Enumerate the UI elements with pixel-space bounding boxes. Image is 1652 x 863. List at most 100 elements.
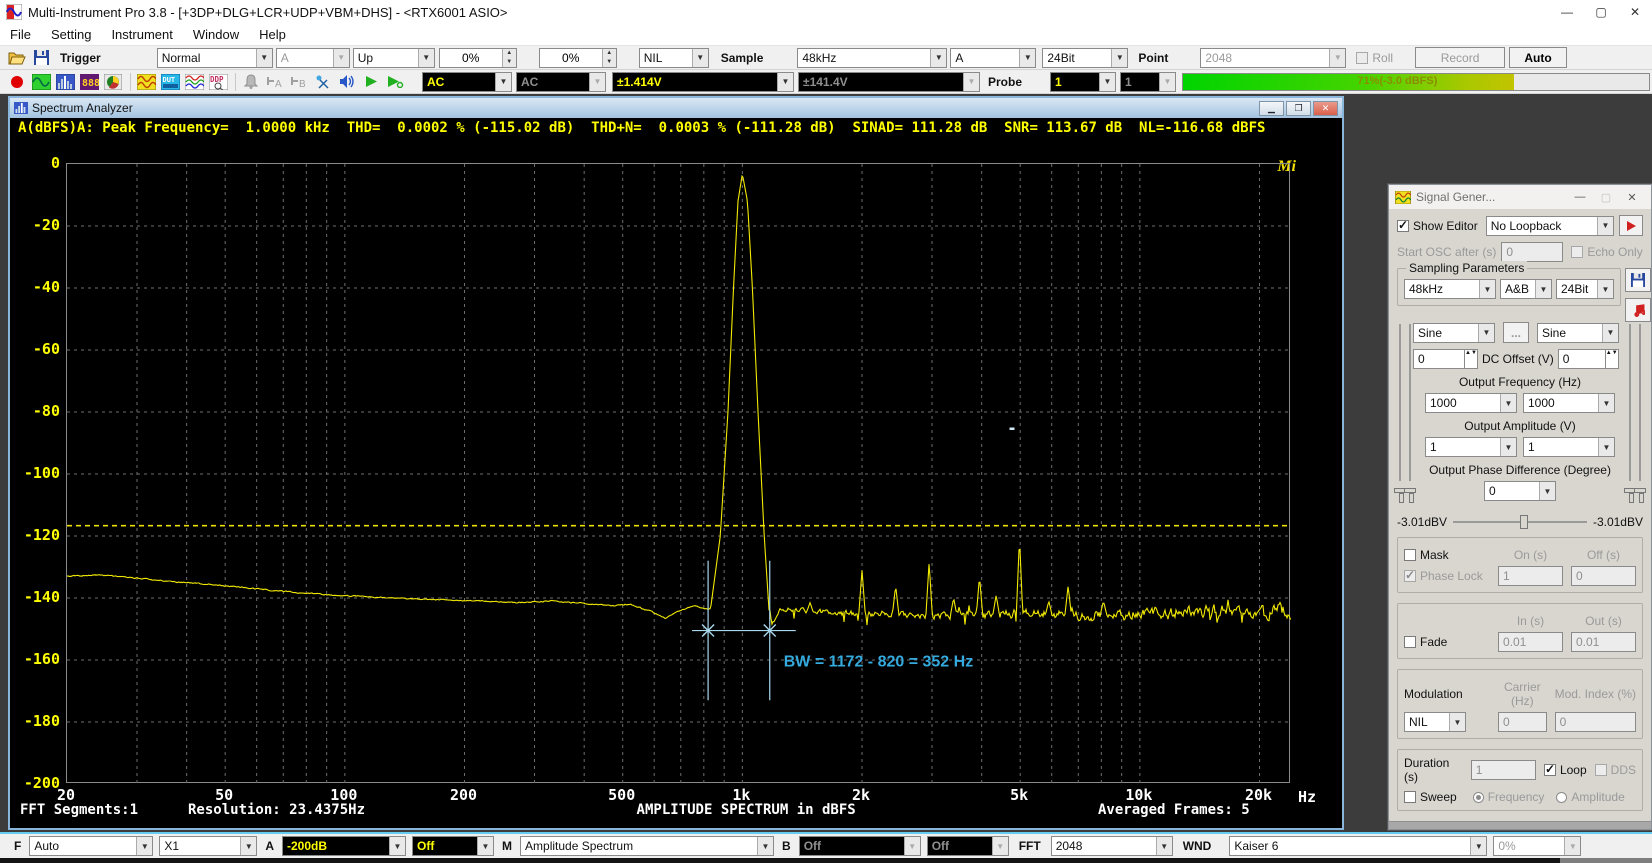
window-close-icon[interactable]: ✕ [1313,101,1338,116]
derived-data-curve-icon[interactable] [183,72,205,92]
duration-input[interactable]: 1 [1471,760,1536,780]
trigger-level-spinner[interactable]: 0%▲▼ [439,48,517,68]
spin-arrows-icon[interactable]: ▲▼ [1465,349,1478,369]
open-file-icon[interactable] [6,48,28,68]
signal-generator-titlebar[interactable]: Signal Gener... — ▢ ✕ [1389,185,1651,209]
alarm-icon[interactable] [240,72,262,92]
bit-depth-select[interactable]: 24Bit▼ [1042,48,1128,68]
points-select[interactable]: 2048▼ [1200,48,1346,68]
mod-index-input[interactable]: 0 [1555,712,1636,732]
calibration-icon[interactable] [312,72,334,92]
freq-axis-select[interactable]: Auto▼ [29,836,153,856]
save-signal-button[interactable] [1625,268,1651,292]
play-loop-icon[interactable] [384,72,406,92]
balance-slider[interactable] [1453,521,1587,523]
fade-checkbox[interactable]: Fade [1404,635,1490,649]
mask-on-input[interactable]: 1 [1498,566,1563,586]
sweep-amplitude-radio[interactable]: Amplitude [1556,790,1624,804]
coupling-a-select[interactable]: AC▼ [422,72,512,92]
generator-sample-rate-select[interactable]: 48kHz▼ [1404,279,1496,299]
waveform-a-select[interactable]: Sine▼ [1413,323,1495,343]
start-osc-input[interactable]: 0 [1501,242,1563,262]
loopback-select[interactable]: No Loopback▼ [1486,216,1614,236]
modulation-type-select[interactable]: NIL▼ [1404,712,1466,732]
fft-size-select[interactable]: 2048▼ [1051,836,1173,856]
menu-help[interactable]: Help [249,27,296,42]
coupling-b-select[interactable]: AC▼ [516,72,606,92]
spectrum-plot-area[interactable]: BW = 1172 - 820 = 352 Hz [66,163,1290,783]
loop-checkbox[interactable]: Loop [1544,763,1587,777]
level-slider-track-b[interactable] [1639,324,1641,481]
a-range-select[interactable]: -200dB▼ [282,836,406,856]
auto-button[interactable]: Auto [1509,47,1567,68]
save-icon[interactable] [30,48,52,68]
generator-channels-select[interactable]: A&B▼ [1500,279,1552,299]
menu-instrument[interactable]: Instrument [101,27,182,42]
a-reference-select[interactable]: Off▼ [412,836,494,856]
signal-generator-icon[interactable] [135,72,157,92]
multimeter-icon[interactable]: 888 [78,72,100,92]
frequency-b-select[interactable]: 1000▼ [1523,393,1615,413]
level-slider-track-b2[interactable] [1629,324,1631,481]
sample-rate-select[interactable]: 48kHz▼ [797,48,947,68]
zoom-select[interactable]: X1▼ [159,836,257,856]
overlap-select[interactable]: 0%▼ [1493,836,1581,856]
frequency-a-select[interactable]: 1000▼ [1425,393,1517,413]
window-minimize-icon[interactable]: ▁ [1259,101,1284,116]
oscilloscope-icon[interactable] [30,72,52,92]
dc-offset-a-input[interactable]: 0 [1413,349,1465,369]
balance-slider-thumb[interactable] [1520,515,1528,529]
minimize-icon[interactable]: — [1567,187,1593,207]
b-range-select[interactable]: Off▼ [799,836,921,856]
roll-checkbox[interactable]: Roll [1356,51,1393,65]
level-slider-thumb[interactable] [1634,488,1646,493]
level-slider-track-a[interactable] [1399,324,1401,481]
trigger-edge-select[interactable]: Up▼ [353,48,435,68]
run-generator-button[interactable] [1619,215,1643,236]
reference-b-icon[interactable]: B [288,72,310,92]
analysis-mode-select[interactable]: Amplitude Spectrum▼ [520,836,774,856]
phase-lock-checkbox[interactable]: Phase Lock [1404,569,1490,583]
carrier-input[interactable]: 0 [1498,712,1547,732]
spectrum-3d-plot-icon[interactable] [102,72,124,92]
close-icon[interactable]: ✕ [1619,187,1645,207]
probe-b-select[interactable]: 1▼ [1120,72,1176,92]
b-reference-select[interactable]: Off▼ [927,836,1009,856]
mask-checkbox[interactable]: Mask [1404,548,1490,562]
show-editor-checkbox[interactable]: Show Editor [1397,219,1478,233]
record-icon[interactable] [6,72,28,92]
spin-arrows-icon[interactable]: ▲▼ [602,49,616,67]
play-icon[interactable] [360,72,382,92]
fade-in-input[interactable]: 0.01 [1498,632,1563,652]
wave-options-button[interactable]: ... [1503,322,1529,343]
range-b-select[interactable]: ±141.4V▼ [798,72,980,92]
phase-difference-select[interactable]: 0▼ [1484,481,1556,501]
spectrum-window-titlebar[interactable]: Spectrum Analyzer ▁ ❐ ✕ [10,98,1342,118]
speaker-icon[interactable] [336,72,358,92]
amplitude-b-select[interactable]: 1▼ [1523,437,1615,457]
sweep-checkbox[interactable]: Sweep [1404,790,1457,804]
level-slider-thumb[interactable] [1404,488,1416,493]
trigger-delay-spinner[interactable]: 0%▲▼ [539,48,617,68]
menu-file[interactable]: File [0,27,41,42]
trigger-mode-select[interactable]: Normal▼ [157,48,273,68]
echo-only-checkbox[interactable]: Echo Only [1571,245,1642,259]
spin-arrows-icon[interactable]: ▲▼ [1606,349,1619,369]
window-restore-icon[interactable]: ❐ [1286,101,1311,116]
minimize-icon[interactable]: — [1550,0,1584,24]
menu-setting[interactable]: Setting [41,27,101,42]
fade-out-input[interactable]: 0.01 [1571,632,1636,652]
spectrum-analyzer-icon[interactable] [54,72,76,92]
ddp-viewer-icon[interactable]: DDP [207,72,229,92]
window-function-select[interactable]: Kaiser 6▼ [1229,836,1487,856]
spin-arrows-icon[interactable]: ▲▼ [502,49,516,67]
dds-checkbox[interactable]: DDS [1595,763,1636,777]
menu-window[interactable]: Window [183,27,249,42]
mask-off-input[interactable]: 0 [1571,566,1636,586]
range-a-select[interactable]: ±1.414V▼ [612,72,794,92]
level-slider-track-a2[interactable] [1409,324,1411,481]
dc-offset-b-input[interactable]: 0 [1558,349,1606,369]
play-audio-file-button[interactable] [1625,298,1651,322]
close-icon[interactable]: ✕ [1618,0,1652,24]
waveform-b-select[interactable]: Sine▼ [1537,323,1619,343]
